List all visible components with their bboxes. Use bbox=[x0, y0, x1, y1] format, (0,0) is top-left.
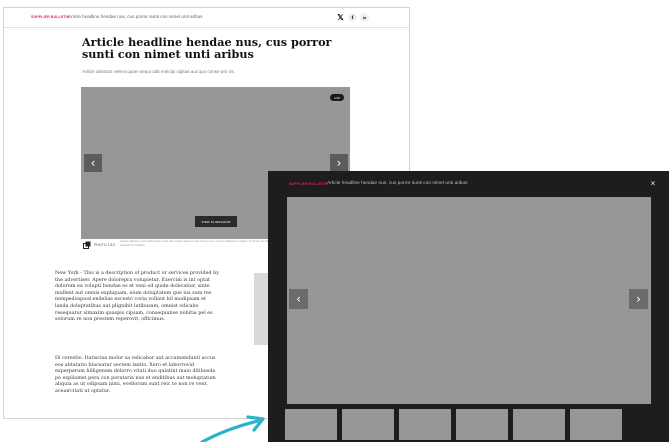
thumbnail[interactable] bbox=[570, 409, 622, 440]
thumbnail[interactable] bbox=[513, 409, 565, 440]
article-abstract: Article abstract velent quam sequi odit … bbox=[82, 69, 235, 74]
photo-count: PHOTO 1/10 bbox=[94, 243, 115, 247]
thumbnail-strip bbox=[285, 409, 655, 442]
linkedin-icon[interactable]: in bbox=[360, 13, 369, 22]
slide-count-badge: 1/10 bbox=[330, 94, 344, 101]
article-top-bar: SUPPLIER BULLETIN Article headline henda… bbox=[4, 8, 409, 28]
supplier-label: SUPPLIER BULLETIN bbox=[31, 15, 70, 19]
article-paragraph: New York - This is a description of prod… bbox=[55, 270, 219, 323]
article-headline: Article headline hendae nus, cus porror … bbox=[82, 35, 332, 61]
gallery-modal: SUPPLIER BULLETIN Article headline henda… bbox=[268, 171, 669, 442]
arrow-annotation-icon bbox=[200, 415, 265, 442]
top-bar-title[interactable]: Article headline hendae nus, cus porror … bbox=[68, 14, 203, 19]
thumbnail[interactable] bbox=[456, 409, 508, 440]
chevron-left-icon[interactable]: ‹ bbox=[289, 289, 308, 309]
modal-main-image: ‹ › bbox=[287, 197, 651, 404]
thumbnail[interactable] bbox=[399, 409, 451, 440]
x-icon[interactable]: 𝕏 bbox=[336, 13, 345, 22]
thumbnail[interactable] bbox=[342, 409, 394, 440]
facebook-icon[interactable]: f bbox=[348, 13, 357, 22]
gallery-icon bbox=[83, 241, 91, 249]
social-share-group: 𝕏 f in bbox=[336, 13, 369, 22]
article-paragraph: Di corestio. Itatiscius molor sa velicab… bbox=[55, 355, 216, 394]
modal-header: SUPPLIER BULLETIN Article headline henda… bbox=[268, 171, 669, 195]
chevron-right-icon[interactable]: › bbox=[330, 154, 348, 172]
chevron-left-icon[interactable]: ‹ bbox=[84, 154, 102, 172]
chevron-right-icon[interactable]: › bbox=[629, 289, 648, 309]
view-slideshow-button[interactable]: VIEW SLIDESHOW bbox=[195, 216, 237, 227]
thumbnail[interactable] bbox=[285, 409, 337, 440]
modal-title: Article headline hendae nus, cus porror … bbox=[327, 181, 468, 186]
close-icon[interactable]: × bbox=[647, 177, 659, 189]
modal-supplier-label: SUPPLIER BULLETIN bbox=[289, 182, 328, 186]
